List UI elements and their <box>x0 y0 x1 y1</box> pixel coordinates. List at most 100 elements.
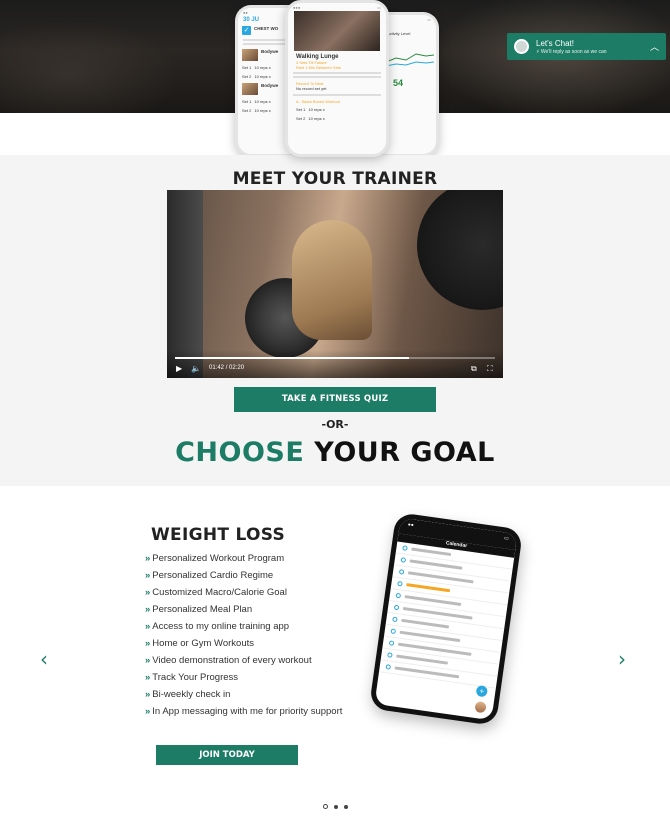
picture-in-picture-icon[interactable]: ⧉ <box>471 364 477 374</box>
activity-line-chart <box>385 53 435 67</box>
phone-status-bar: ●●● ▭ <box>293 5 381 10</box>
double-chevron-icon: » <box>145 570 150 581</box>
app-preview-phone-right: ▭ Activity Level 54 <box>383 12 439 157</box>
circle-icon <box>402 545 408 551</box>
circle-icon <box>392 616 398 623</box>
circle-icon <box>387 652 393 658</box>
double-chevron-icon: » <box>145 655 150 666</box>
feature-item: » Track Your Progress <box>145 672 345 684</box>
fitness-quiz-button[interactable]: TAKE A FITNESS QUIZ <box>234 387 436 412</box>
carousel-pagination <box>323 804 348 809</box>
exercise-rest: Rest 1 Min Between Sets <box>296 65 341 70</box>
video-progress-bar[interactable] <box>175 357 495 359</box>
feature-item: » In App messaging with me for priority s… <box>145 706 345 718</box>
workout-title: CHEST WO <box>254 26 279 31</box>
set-label: Set 1 <box>242 99 252 104</box>
feature-item: » Access to my online training app <box>145 621 345 633</box>
feature-item: » Customized Macro/Calorie Goal <box>145 587 345 599</box>
exercise-thumbnail <box>242 49 258 61</box>
add-icon: + <box>475 684 489 698</box>
exercise-thumbnail <box>242 83 258 95</box>
feature-item: » Personalized Workout Program <box>145 553 345 565</box>
exercise-name: Bodywe <box>261 49 279 54</box>
set-label: Set 2 <box>242 108 252 113</box>
phone-status-bar: ▭ <box>427 17 431 22</box>
app-phone-mockup: ●● ▭ Calendar + <box>368 512 524 726</box>
double-chevron-icon: » <box>145 672 150 683</box>
feature-text: Track Your Progress <box>152 672 239 683</box>
video-progress-fill <box>175 357 409 359</box>
double-chevron-icon: » <box>145 689 150 700</box>
feature-text: Personalized Cardio Regime <box>152 570 274 581</box>
join-today-button[interactable]: JOIN TODAY <box>156 745 298 765</box>
text-line <box>293 76 381 78</box>
chat-subtitle-text: We'll reply as soon as we can <box>540 48 607 55</box>
phone-screen: ●● ▭ Calendar + <box>374 517 518 721</box>
chat-subtitle: ⚡ We'll reply as soon as we can <box>536 48 607 55</box>
chevron-right-icon[interactable]: › <box>618 647 626 671</box>
checkbox-icon: ✓ <box>242 26 251 35</box>
carousel-dot[interactable] <box>323 804 328 809</box>
text-line <box>406 583 451 593</box>
chat-avatar <box>514 39 529 54</box>
circle-icon <box>393 604 400 611</box>
carousel-dot[interactable] <box>334 804 338 809</box>
feature-text: Personalized Workout Program <box>152 553 285 564</box>
feature-text: Customized Macro/Calorie Goal <box>152 587 287 598</box>
set-value: 10 reps x <box>254 99 271 104</box>
video-scene <box>292 220 372 340</box>
avatar <box>474 700 487 714</box>
feature-text: Access to my online training app <box>152 621 290 632</box>
feature-text: Home or Gym Workouts <box>152 638 255 649</box>
choose-goal-heading: CHOOSE YOUR GOAL <box>0 437 670 468</box>
activity-value: 54 <box>393 78 404 88</box>
circle-icon <box>397 580 403 587</box>
double-chevron-icon: » <box>145 706 150 717</box>
calendar-list <box>378 541 515 689</box>
feature-text: Personalized Meal Plan <box>152 604 253 615</box>
goal-highlight: CHOOSE <box>175 437 305 468</box>
volume-icon[interactable]: 🔈 <box>191 364 201 373</box>
feature-item: » Bi-weekly check in <box>145 689 345 701</box>
exercise-name: Walking Lunge <box>296 54 339 60</box>
app-preview-phone-center: ●●● ▭ Walking Lunge 3 Sets Till Failure R… <box>285 0 389 157</box>
chevron-left-icon[interactable]: ‹ <box>40 647 48 671</box>
video-controls: ▶ 🔈 01:42 / 02:20 ⧉ ⛶ <box>167 350 503 378</box>
block-title: A - Black Boxes Workout <box>296 99 340 104</box>
double-chevron-icon: » <box>145 587 150 598</box>
circle-icon <box>395 592 402 599</box>
video-time-separator: / <box>225 365 228 371</box>
circle-icon <box>400 557 407 563</box>
carousel-dot[interactable] <box>344 804 348 809</box>
program-features-list: » Personalized Workout Program» Personaliz… <box>145 553 345 723</box>
double-chevron-icon: » <box>145 638 150 649</box>
circle-icon <box>398 569 405 575</box>
video-current-time: 01:42 <box>209 365 225 371</box>
play-icon[interactable]: ▶ <box>176 364 182 373</box>
record-value: No record set yet <box>296 86 327 91</box>
set-label: Set 1 <box>296 107 306 112</box>
set-value: 10 reps x <box>308 107 325 112</box>
set-label: Set 1 <box>242 65 252 70</box>
chat-widget[interactable]: Let's Chat! ⚡ We'll reply as soon as we … <box>507 33 666 60</box>
double-chevron-icon: » <box>145 553 150 564</box>
fullscreen-icon[interactable]: ⛶ <box>487 364 493 374</box>
activity-label: Activity Level <box>387 31 411 36</box>
trainer-heading: MEET YOUR TRAINER <box>232 169 438 189</box>
or-divider: -OR- <box>321 418 349 431</box>
set-value: 10 reps x <box>254 74 271 79</box>
video-time: 01:42 / 02:20 <box>209 365 244 371</box>
exercise-name: Bodywe <box>261 83 279 88</box>
set-value: 10 reps x <box>254 65 271 70</box>
trainer-video-player[interactable]: ▶ 🔈 01:42 / 02:20 ⧉ ⛶ <box>167 190 503 378</box>
feature-item: » Video demonstration of every workout <box>145 655 345 667</box>
chevron-up-icon[interactable]: ︿ <box>650 40 659 53</box>
set-label: Set 2 <box>296 116 306 121</box>
hero-light <box>0 20 180 113</box>
goal-rest: YOUR GOAL <box>314 437 495 468</box>
feature-text: In App messaging with me for priority su… <box>152 706 343 717</box>
text-line <box>293 94 381 96</box>
set-value: 10 reps x <box>308 116 325 121</box>
feature-item: » Personalized Meal Plan <box>145 604 345 616</box>
set-label: Set 2 <box>242 74 252 79</box>
